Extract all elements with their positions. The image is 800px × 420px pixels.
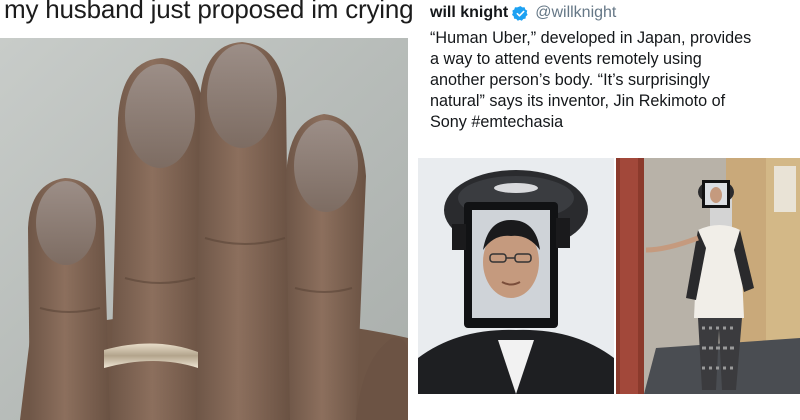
tweet-text-line: another person’s body. “It’s surprisingl… (430, 71, 710, 89)
tweet-text-line: “Human Uber,” developed in Japan, provid… (430, 29, 752, 47)
tweet-photo-helmet[interactable] (418, 158, 614, 394)
meme-caption: my husband just proposed im crying (4, 0, 414, 24)
tweet-text-line: Sony #emtechasia (430, 112, 796, 133)
tweet-text-line: natural” says its inventor, Jin Rekimoto… (430, 92, 726, 110)
tweet-photo-hallway[interactable] (616, 158, 800, 394)
tweet-text: “Human Uber,” developed in Japan, provid… (430, 28, 796, 133)
author-handle[interactable]: @willknight (535, 4, 616, 22)
verified-badge-icon (512, 5, 528, 21)
hand-photo (0, 38, 408, 420)
meme-panel: my husband just proposed im crying (0, 0, 414, 420)
tweet-header: will knight @willknight (430, 2, 616, 24)
tweet-text-line: a way to attend events remotely using (430, 50, 702, 68)
tweet-card: will knight @willknight “Human Uber,” de… (412, 0, 800, 420)
hashtag-link[interactable]: #emtechasia (471, 113, 563, 131)
author-display-name[interactable]: will knight (430, 4, 508, 22)
tweet-text-line-end: Sony (430, 113, 467, 131)
